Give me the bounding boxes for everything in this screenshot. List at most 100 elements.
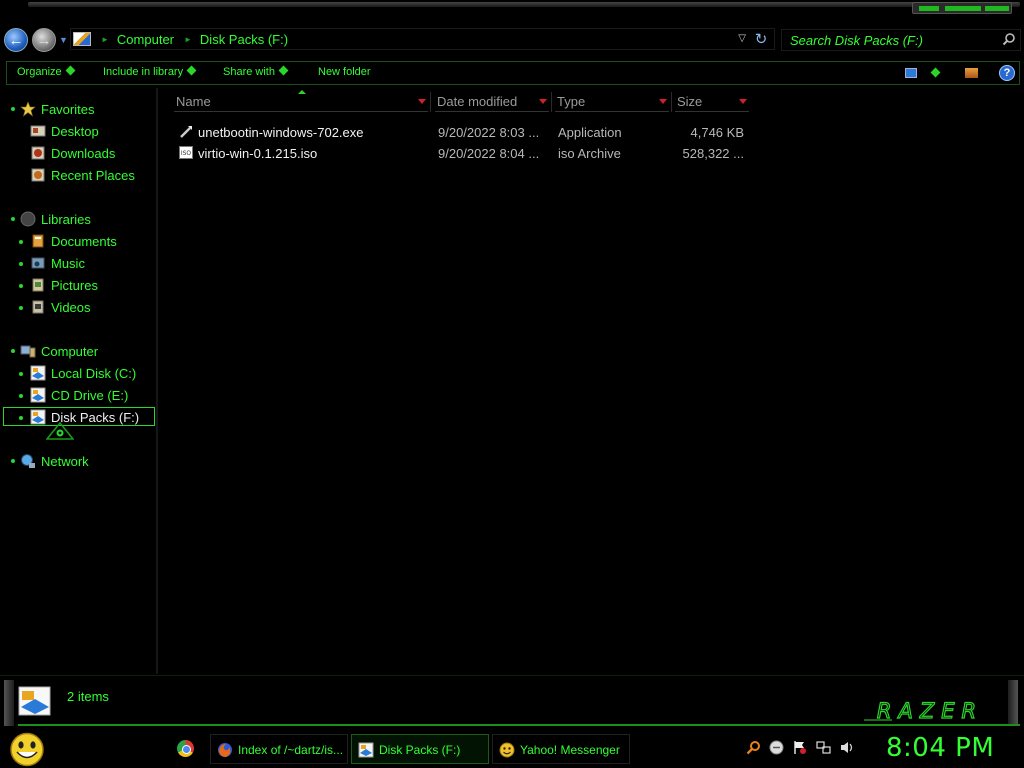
- razer-logo: RAZER: [864, 699, 983, 723]
- column-filter-icon[interactable]: [539, 99, 547, 104]
- star-icon: [20, 101, 36, 117]
- svg-text:RAZER: RAZER: [877, 699, 983, 723]
- forward-button[interactable]: →: [32, 28, 56, 52]
- nav-favorites[interactable]: Favorites: [0, 99, 150, 119]
- expand-bullet-icon[interactable]: [19, 284, 23, 288]
- refresh-icon[interactable]: ↻: [750, 30, 772, 48]
- breadcrumb-separator-icon[interactable]: ►: [101, 35, 109, 44]
- taskbar-label: Yahoo! Messenger: [520, 743, 620, 757]
- column-header-name[interactable]: Name: [174, 92, 431, 112]
- start-button[interactable]: [8, 732, 46, 767]
- nav-network[interactable]: Network: [0, 451, 150, 471]
- taskbar-button-yahoo-messenger[interactable]: Yahoo! Messenger: [492, 734, 630, 764]
- expand-bullet-icon[interactable]: [11, 217, 15, 221]
- view-dropdown-icon[interactable]: [930, 67, 941, 78]
- razer-cursor-icon: [46, 422, 74, 440]
- maximize-button[interactable]: [945, 6, 981, 11]
- column-header-size[interactable]: Size: [675, 92, 749, 112]
- new-folder-button[interactable]: New folder: [318, 66, 371, 78]
- breadcrumb-separator-icon[interactable]: ►: [184, 35, 192, 44]
- nav-desktop[interactable]: Desktop: [0, 121, 150, 141]
- search-box[interactable]: [781, 29, 1021, 51]
- file-type: Application: [558, 125, 622, 140]
- column-divider[interactable]: [671, 92, 672, 112]
- title-bar-rail: [28, 2, 1020, 7]
- file-date-modified: 9/20/2022 8:03 ...: [438, 125, 540, 140]
- share-with-button[interactable]: Share with: [223, 65, 289, 78]
- file-row[interactable]: unetbootin-windows-702.exe 9/20/2022 8:0…: [174, 122, 754, 142]
- address-dropdown-icon[interactable]: ▽: [738, 33, 746, 44]
- taskbar-label: Disk Packs (F:): [379, 743, 461, 757]
- drive-icon: [18, 686, 51, 716]
- libraries-icon: [20, 211, 36, 227]
- taskbar: Index of /~dartz/is... Disk Packs (F:) Y…: [0, 732, 1024, 768]
- close-button[interactable]: [985, 6, 1009, 11]
- nav-disk-packs[interactable]: Disk Packs (F:): [0, 407, 150, 427]
- taskbar-button-disk-packs[interactable]: Disk Packs (F:): [351, 734, 489, 764]
- status-tray-icon[interactable]: [769, 740, 784, 755]
- item-count: 2 items: [67, 689, 109, 704]
- help-icon[interactable]: ?: [999, 65, 1015, 81]
- expand-bullet-icon[interactable]: [19, 262, 23, 266]
- action-center-flag-icon[interactable]: [792, 740, 807, 755]
- nav-documents[interactable]: Documents: [0, 231, 150, 251]
- organize-button[interactable]: Organize: [17, 65, 76, 78]
- window-controls[interactable]: [912, 2, 1012, 14]
- taskbar-label: Index of /~dartz/is...: [238, 743, 344, 757]
- command-bar: Organize Include in library Share with N…: [6, 61, 1020, 85]
- taskbar-button-firefox[interactable]: Index of /~dartz/is...: [210, 734, 348, 764]
- nav-cd-drive[interactable]: CD Drive (E:): [0, 385, 150, 405]
- file-row[interactable]: ISO virtio-win-0.1.215.iso 9/20/2022 8:0…: [174, 143, 754, 163]
- nav-videos[interactable]: Videos: [0, 297, 150, 317]
- include-in-library-button[interactable]: Include in library: [103, 65, 197, 78]
- breadcrumb-disk-packs[interactable]: Disk Packs (F:): [200, 32, 288, 47]
- drive-icon: [358, 742, 374, 758]
- nav-libraries[interactable]: Libraries: [0, 209, 150, 229]
- column-divider[interactable]: [430, 92, 431, 112]
- column-filter-icon[interactable]: [739, 99, 747, 104]
- nav-local-disk[interactable]: Local Disk (C:): [0, 363, 150, 383]
- expand-bullet-icon[interactable]: [11, 349, 15, 353]
- address-bar[interactable]: ► Computer ► Disk Packs (F:) ▽ ↻: [70, 28, 775, 50]
- nav-libraries-label: Libraries: [41, 212, 91, 227]
- nav-pictures[interactable]: Pictures: [0, 275, 150, 295]
- nav-downloads-label: Downloads: [51, 146, 116, 161]
- breadcrumb-computer[interactable]: Computer: [117, 32, 174, 47]
- nav-recent-places-label: Recent Places: [51, 168, 135, 183]
- expand-bullet-icon[interactable]: [19, 306, 23, 310]
- expand-bullet-icon[interactable]: [11, 459, 15, 463]
- change-view-icon[interactable]: [905, 68, 917, 78]
- documents-icon: [32, 234, 44, 248]
- column-header-type[interactable]: Type: [555, 92, 672, 112]
- expand-bullet-icon[interactable]: [19, 416, 23, 420]
- chrome-icon[interactable]: [177, 740, 194, 757]
- expand-bullet-icon[interactable]: [11, 107, 15, 111]
- search-icon[interactable]: [1002, 32, 1016, 46]
- minimize-button[interactable]: [919, 6, 939, 11]
- expand-bullet-icon[interactable]: [19, 394, 23, 398]
- nav-downloads[interactable]: Downloads: [0, 143, 150, 163]
- column-filter-icon[interactable]: [659, 99, 667, 104]
- back-button[interactable]: ←: [4, 28, 28, 52]
- search-tray-icon[interactable]: [746, 740, 761, 755]
- share-with-label: Share with: [223, 66, 275, 78]
- nav-documents-label: Documents: [51, 234, 117, 249]
- network-tray-icon[interactable]: [816, 740, 831, 755]
- nav-music[interactable]: Music: [0, 253, 150, 273]
- search-input[interactable]: [790, 32, 1000, 48]
- column-filter-icon[interactable]: [418, 99, 426, 104]
- desktop-icon: [30, 125, 46, 137]
- preview-pane-icon[interactable]: [965, 68, 978, 78]
- volume-icon[interactable]: [840, 740, 855, 755]
- recent-pages-dropdown-icon[interactable]: ▼: [59, 35, 68, 45]
- expand-bullet-icon[interactable]: [19, 372, 23, 376]
- nav-computer[interactable]: Computer: [0, 341, 150, 361]
- clock[interactable]: 8:04 PM: [886, 733, 994, 763]
- column-header-date-modified[interactable]: Date modified: [435, 92, 552, 112]
- column-divider[interactable]: [551, 92, 552, 112]
- expand-bullet-icon[interactable]: [19, 240, 23, 244]
- navigation-pane: Favorites Desktop Downloads Recent Place…: [0, 88, 158, 674]
- details-right-rail: [1008, 680, 1018, 726]
- nav-recent-places[interactable]: Recent Places: [0, 165, 150, 185]
- nav-network-label: Network: [41, 454, 89, 469]
